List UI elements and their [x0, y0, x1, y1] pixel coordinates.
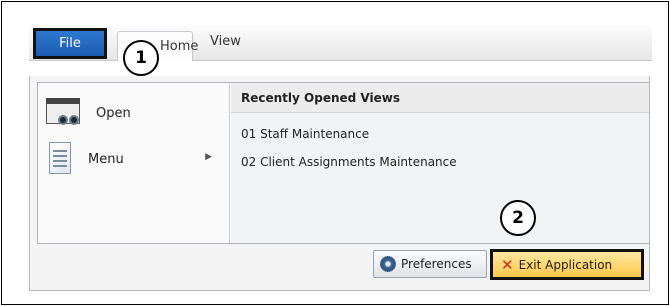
recent-views-panel: Recently Opened Views 01 Staff Maintenan… [231, 83, 649, 243]
callout-1: 1 [123, 40, 159, 76]
exit-application-label: Exit Application [518, 257, 613, 272]
tab-file-label: File [59, 36, 81, 51]
exit-application-button[interactable]: ✕ Exit Application [490, 249, 644, 280]
file-menu-commands: Open Menu ▶ [38, 83, 230, 243]
recent-item-staff-maintenance[interactable]: 01 Staff Maintenance [241, 127, 369, 141]
tab-view-label: View [210, 34, 241, 49]
open-binoculars-icon [46, 98, 82, 128]
preferences-button[interactable]: Preferences [373, 250, 487, 278]
callout-2: 2 [500, 200, 536, 236]
tab-file[interactable]: File [33, 28, 107, 59]
recent-views-heading: Recently Opened Views [231, 83, 649, 113]
gear-icon [380, 256, 396, 272]
menu-item-menu-label: Menu [88, 151, 124, 167]
preferences-label: Preferences [401, 257, 472, 271]
close-icon: ✕ [501, 255, 514, 274]
recent-item-client-assignments[interactable]: 02 Client Assignments Maintenance [241, 155, 457, 169]
submenu-arrow-icon: ▶ [205, 152, 212, 162]
menu-item-open[interactable]: Open [46, 93, 226, 133]
tab-view[interactable]: View [210, 34, 241, 49]
menu-item-open-label: Open [96, 105, 131, 121]
menu-item-menu[interactable]: Menu ▶ [46, 139, 226, 179]
tab-home-label: Home [160, 39, 199, 54]
file-menu-content: Open Menu ▶ Recently Opened Views 01 Sta… [37, 82, 649, 244]
menu-page-icon [46, 142, 74, 176]
